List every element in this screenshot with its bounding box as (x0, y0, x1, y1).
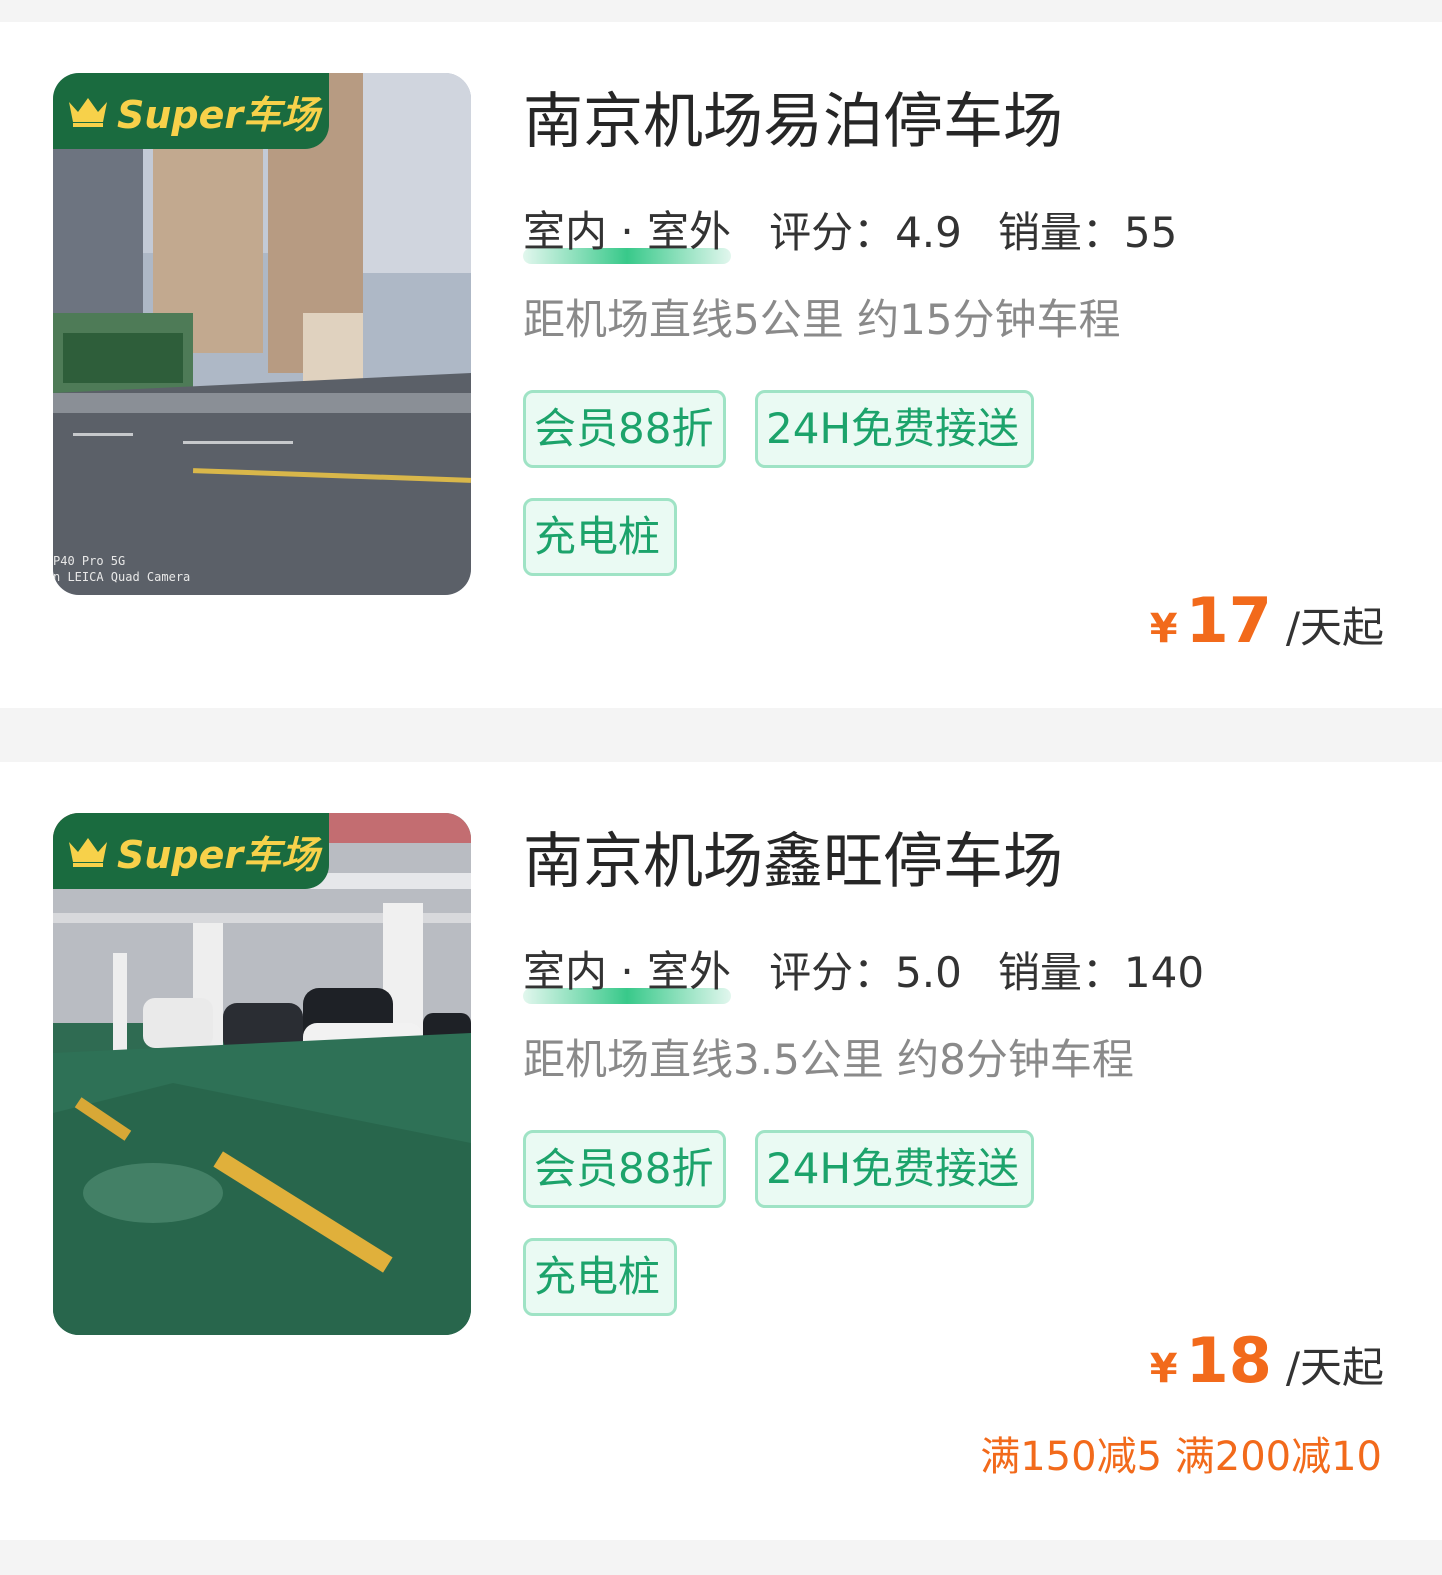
lot-type: 室内 · 室外 (523, 944, 732, 1004)
lot-name[interactable]: 南京机场易泊停车场 (523, 82, 1063, 162)
badge-label: Super车场 (117, 832, 320, 877)
outdoor-parking-photo: P40 Pro 5G n LEICA Quad Camera (53, 73, 471, 595)
tag-charging-station: 充电桩 (523, 1238, 677, 1316)
lot-distance: 距机场直线5公里 约15分钟车程 (523, 295, 1121, 344)
super-lot-badge: Super车场 (53, 73, 329, 149)
sales-label: 销量： (997, 208, 1124, 257)
currency-symbol: ¥ (1149, 606, 1178, 652)
parking-lot-photo[interactable]: Super车场 (53, 813, 471, 1335)
parking-lot-list: P40 Pro 5G n LEICA Quad Camera Super车场 南… (0, 0, 1442, 1575)
currency-symbol: ¥ (1149, 1346, 1178, 1392)
price-amount: 18 (1185, 1324, 1272, 1397)
sales-label: 销量： (997, 948, 1124, 997)
super-lot-badge: Super车场 (53, 813, 329, 889)
price-amount: 17 (1185, 584, 1272, 657)
lot-price: ¥ 17 /天起 (1150, 584, 1384, 657)
rating-value: 4.9 (895, 208, 962, 257)
lot-type: 室内 · 室外 (523, 204, 732, 264)
parking-lot-card[interactable]: Super车场 南京机场鑫旺停车场 室内 · 室外 评分：5.0 销量：140 … (0, 762, 1442, 1540)
rating-value: 5.0 (895, 948, 962, 997)
tag-free-shuttle: 24H免费接送 (755, 1130, 1034, 1208)
underground-parking-photo (53, 813, 471, 1335)
crown-icon (69, 838, 107, 867)
parking-lot-photo[interactable]: P40 Pro 5G n LEICA Quad Camera Super车场 (53, 73, 471, 595)
crown-icon (69, 98, 107, 127)
tag-member-discount: 会员88折 (523, 390, 726, 468)
lot-type-text: 室内 · 室外 (523, 947, 732, 996)
lot-meta: 室内 · 室外 评分：4.9 销量：55 (523, 204, 1177, 264)
lot-sales: 销量：55 (998, 205, 1177, 261)
tag-charging-station: 充电桩 (523, 498, 677, 576)
lot-price: ¥ 18 /天起 (1150, 1324, 1384, 1397)
rating-label: 评分： (769, 208, 896, 257)
sales-value: 140 (1123, 948, 1205, 997)
sales-value: 55 (1123, 208, 1178, 257)
lot-name[interactable]: 南京机场鑫旺停车场 (523, 822, 1063, 902)
lot-rating: 评分：4.9 (769, 205, 962, 261)
lot-rating: 评分：5.0 (769, 945, 962, 1001)
photo-caption-line-2: n LEICA Quad Camera (53, 570, 190, 584)
tag-free-shuttle: 24H免费接送 (755, 390, 1034, 468)
rating-label: 评分： (769, 948, 896, 997)
lot-type-text: 室内 · 室外 (523, 207, 732, 256)
parking-lot-card[interactable]: P40 Pro 5G n LEICA Quad Camera Super车场 南… (0, 22, 1442, 708)
tag-member-discount: 会员88折 (523, 1130, 726, 1208)
lot-promotion: 满150减5 满200减10 (980, 1434, 1382, 1480)
price-unit: /天起 (1285, 1343, 1384, 1392)
photo-caption-line-1: P40 Pro 5G (53, 554, 125, 568)
badge-label: Super车场 (117, 92, 320, 137)
lot-meta: 室内 · 室外 评分：5.0 销量：140 (523, 944, 1204, 1004)
lot-distance: 距机场直线3.5公里 约8分钟车程 (523, 1035, 1134, 1084)
price-unit: /天起 (1285, 603, 1384, 652)
lot-sales: 销量：140 (998, 945, 1204, 1001)
